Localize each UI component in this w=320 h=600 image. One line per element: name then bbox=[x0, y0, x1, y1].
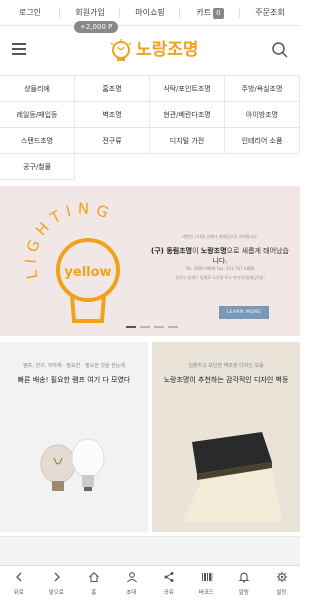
chevron-right-icon bbox=[54, 572, 60, 582]
share-icon bbox=[164, 572, 174, 582]
site-header: 노랑조명 bbox=[0, 26, 300, 76]
cart-count-badge: 0 bbox=[213, 8, 224, 19]
hamburger-menu-icon[interactable] bbox=[12, 43, 26, 55]
nav-barcode-label: 바코드 bbox=[198, 590, 214, 596]
home-icon bbox=[89, 572, 99, 583]
wall-light-image bbox=[182, 432, 282, 522]
nav-back[interactable]: 뒤로 bbox=[0, 566, 38, 600]
bulbs-image bbox=[40, 438, 105, 491]
chevron-left-icon bbox=[16, 572, 22, 582]
learn-more-button[interactable]: LEARN MORE bbox=[219, 306, 269, 319]
nav-share-label: 공유 bbox=[163, 590, 174, 596]
logo-text: 노랑조명 bbox=[136, 40, 199, 60]
nav-barcode[interactable]: 바코드 bbox=[188, 566, 226, 600]
nav-notifications[interactable]: 알림 bbox=[225, 566, 263, 600]
category-home-lighting[interactable]: 홈조명 bbox=[75, 76, 150, 102]
category-stand[interactable]: 스탠드조명 bbox=[0, 128, 75, 154]
nav-share[interactable]: 공유 bbox=[150, 566, 188, 600]
promo-title: 노랑조명이 추천하는 감각적인 디자인 벽등 bbox=[163, 376, 289, 384]
login-link[interactable]: 로그인 bbox=[0, 0, 60, 26]
lighting-bulb-illustration: LIGHTING yellow bbox=[21, 199, 120, 323]
category-entrance-balcony[interactable]: 현관/베란다조명 bbox=[150, 102, 225, 128]
nav-settings-label: 설정 bbox=[276, 590, 287, 596]
category-wall[interactable]: 벽조명 bbox=[75, 102, 150, 128]
promo-lamps-card[interactable]: 램프, 전구, 부자재 · 필요한 · 필요한 것을 한눈에 빠른 배송! 필요… bbox=[0, 342, 148, 532]
mypage-link[interactable]: 마이쇼핑 bbox=[120, 0, 180, 26]
search-icon[interactable] bbox=[271, 41, 289, 59]
nav-forward-label: 앞으로 bbox=[48, 590, 64, 596]
carousel-dot[interactable] bbox=[154, 326, 164, 328]
carousel-dot[interactable] bbox=[140, 326, 150, 328]
hero-tagline: 세련된 시대관 언제나 설레임으로 기억됩니다. bbox=[181, 234, 259, 239]
bottom-content-strip bbox=[0, 536, 300, 566]
hero-headline: (구) 동림조명이 노랑조명으로 새롭게 태어났습니다. bbox=[151, 247, 289, 265]
logo-bulb-icon bbox=[110, 39, 132, 61]
category-interior-goods[interactable]: 인테리어 소품 bbox=[225, 128, 300, 154]
nav-invite[interactable]: 초대 bbox=[113, 566, 151, 600]
nav-invite-label: 초대 bbox=[126, 590, 137, 596]
category-dining-point[interactable]: 식탁/포인트조명 bbox=[150, 76, 225, 102]
nav-home[interactable]: 홈 bbox=[75, 566, 113, 600]
nav-home-label: 홈 bbox=[91, 590, 97, 596]
promo-subtitle: 램프, 전구, 부자재 · 필요한 · 필요한 것을 한눈에 bbox=[23, 363, 125, 369]
carousel-indicators bbox=[126, 326, 186, 329]
gear-icon bbox=[276, 571, 287, 583]
category-kitchen-bath[interactable]: 주방/욕실조명 bbox=[225, 76, 300, 102]
hero-contact: Tel. 1899-9906 Fax. 031-767-4888 bbox=[185, 266, 255, 271]
barcode-icon bbox=[201, 573, 212, 581]
nav-notifications-label: 알림 bbox=[238, 590, 249, 596]
cart-label: 카트 bbox=[196, 8, 212, 17]
carousel-dot[interactable] bbox=[168, 326, 178, 328]
carousel-dot[interactable] bbox=[126, 326, 136, 328]
promo-title: 빠른 배송! 필요한 램프 여기 다 모였다 bbox=[17, 376, 131, 384]
nav-back-label: 뒤로 bbox=[13, 590, 24, 596]
user-icon bbox=[126, 572, 137, 583]
top-utility-bar: 로그인 회원가입 마이쇼핑 카트 0 주문조회 bbox=[0, 0, 300, 26]
category-kids-room[interactable]: 아이방조명 bbox=[225, 102, 300, 128]
promo-wall-lights-card[interactable]: 심플하고 모던한 벽조명 디자인 모음 노랑조명이 추천하는 감각적인 디자인 … bbox=[152, 342, 300, 532]
bulb-label: yellow bbox=[64, 265, 111, 280]
category-rail-recessed[interactable]: 레일등/매입등 bbox=[0, 102, 75, 128]
nav-settings[interactable]: 설정 bbox=[263, 566, 301, 600]
category-tools-hardware[interactable]: 공구/철물 bbox=[0, 154, 75, 180]
order-lookup-link[interactable]: 주문조회 bbox=[240, 0, 300, 26]
category-chandelier[interactable]: 샹들리에 bbox=[0, 76, 75, 102]
promo-subtitle: 심플하고 모던한 벽조명 디자인 모음 bbox=[188, 363, 264, 369]
category-bulbs[interactable]: 전구류 bbox=[75, 128, 150, 154]
cart-link[interactable]: 카트 0 bbox=[180, 0, 240, 26]
category-digital-appliances[interactable]: 디지털 가전 bbox=[150, 128, 225, 154]
bottom-navigation: 뒤로 앞으로 홈 초대 공유 바코드 알림 설정 bbox=[0, 565, 300, 600]
bell-icon bbox=[238, 572, 250, 583]
nav-forward[interactable]: 앞으로 bbox=[38, 566, 76, 600]
hero-address: 부산시 동래구 동래로 도로명 주소 본사(부원빌딩5층) bbox=[175, 275, 265, 280]
join-points-badge: +2,000 P bbox=[74, 21, 119, 33]
